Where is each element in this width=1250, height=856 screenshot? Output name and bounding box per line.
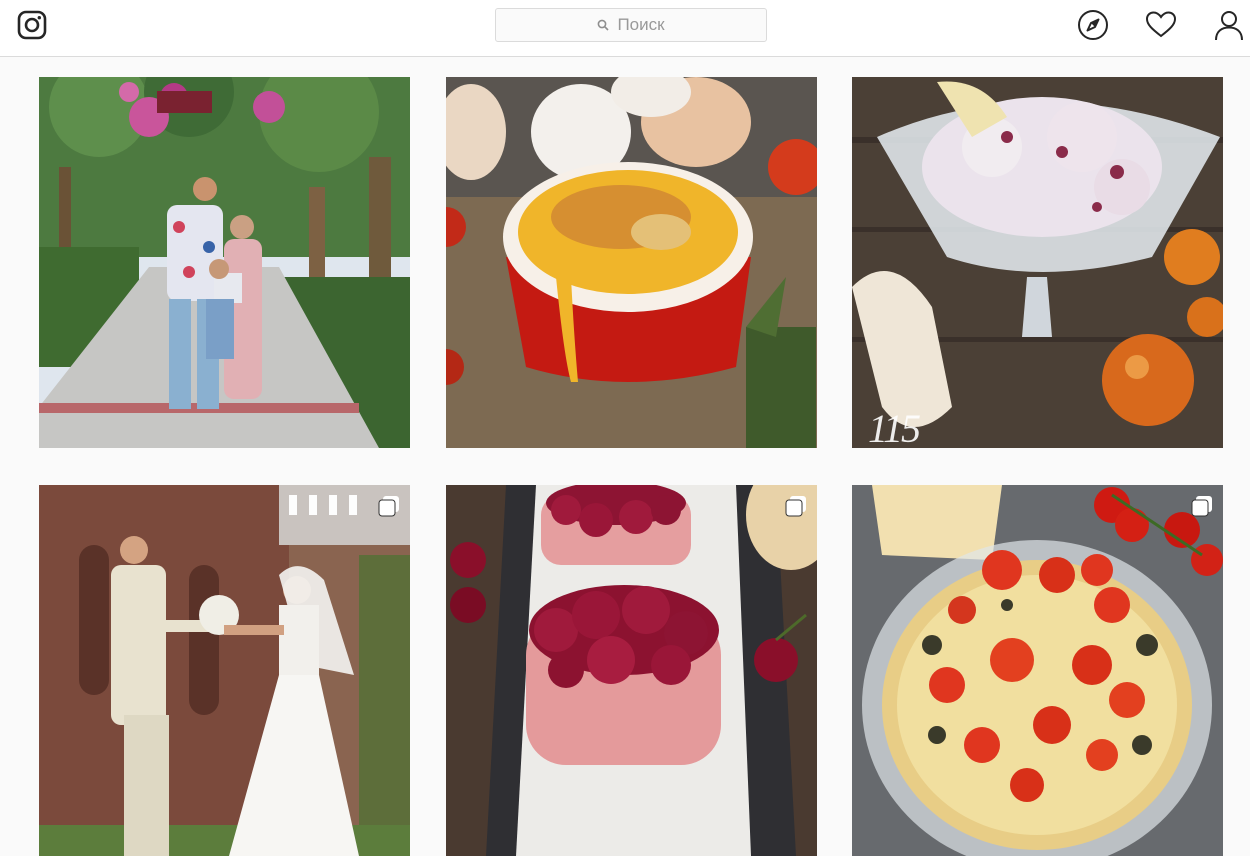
post-egg-souffle[interactable] [446, 77, 817, 448]
post-image [39, 77, 410, 448]
multiple-photos-icon [378, 496, 399, 517]
search-icon [598, 19, 610, 31]
person-icon[interactable] [1213, 9, 1245, 41]
top-navigation-bar: Поиск [0, 0, 1250, 57]
post-banana-ice-cream[interactable]: 115 [852, 77, 1223, 448]
compass-icon[interactable] [1077, 9, 1109, 41]
post-family-photo[interactable] [39, 77, 410, 448]
post-tomato-casserole[interactable] [852, 485, 1223, 856]
post-image [446, 77, 817, 448]
post-image [852, 77, 1223, 448]
post-cherry-cakes[interactable] [446, 485, 817, 856]
post-image [852, 485, 1223, 856]
instagram-logo-icon[interactable] [17, 10, 47, 40]
post-wedding-couple[interactable] [39, 485, 410, 856]
posts-grid: 115 [0, 57, 1250, 856]
multiple-photos-icon [785, 496, 806, 517]
search-placeholder: Поиск [617, 15, 665, 34]
heart-icon[interactable] [1145, 9, 1177, 41]
post-overlay-number: 115 [868, 406, 921, 448]
multiple-photos-icon [1191, 496, 1212, 517]
post-image [446, 485, 817, 856]
search-input[interactable]: Поиск [495, 8, 767, 42]
post-image [39, 485, 410, 856]
